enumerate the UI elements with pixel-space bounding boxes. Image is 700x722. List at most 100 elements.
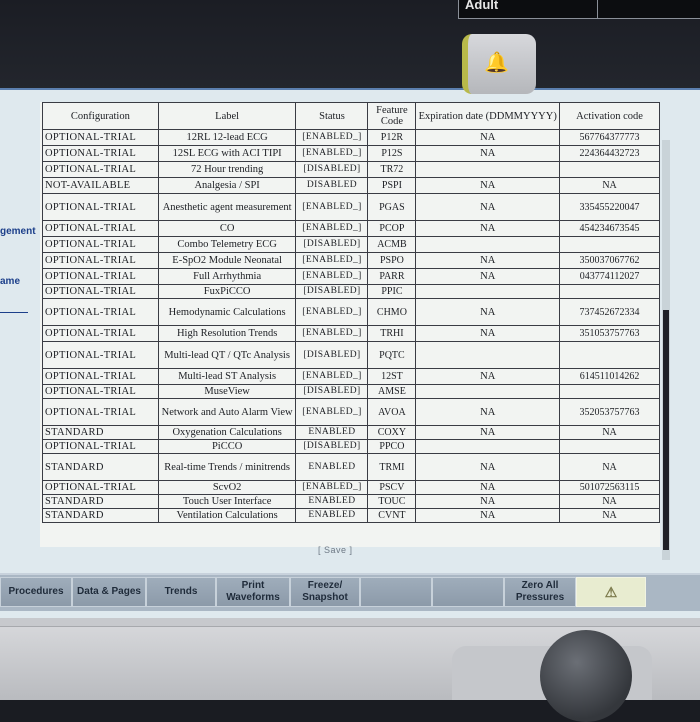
cell-activation-code: 501072563115 bbox=[559, 480, 660, 495]
cell-feature-code: TRHI bbox=[367, 325, 417, 342]
bottom-toolbar: Procedures Data & Pages Trends Print Wavefo… bbox=[0, 573, 700, 611]
toolbar-button-label: Procedures bbox=[8, 586, 64, 597]
cell-label: FuxPiCCO bbox=[157, 284, 297, 299]
cell-configuration: OPTIONAL-TRIAL bbox=[42, 480, 159, 495]
freeze-snapshot-button[interactable]: Freeze/ Snapshot bbox=[290, 577, 360, 607]
cell-expiration: NA bbox=[415, 453, 561, 481]
cell-activation-code: 350037067762 bbox=[559, 252, 660, 269]
alarm-audio-button[interactable]: ⚠ bbox=[576, 577, 646, 607]
warning-bell-icon: ⚠ bbox=[604, 584, 618, 600]
table-row[interactable]: STANDARD Oxygenation Calculations ENABLED C… bbox=[42, 425, 660, 440]
table-row[interactable]: STANDARD Real-time Trends / minitrends ENA… bbox=[42, 453, 660, 481]
cell-label: Analgesia / SPI bbox=[157, 177, 297, 194]
cell-expiration bbox=[415, 384, 561, 399]
save-button[interactable]: [ Save ] bbox=[318, 545, 353, 555]
cell-configuration: OPTIONAL-TRIAL bbox=[42, 325, 159, 342]
cell-feature-code: AVOA bbox=[367, 398, 417, 426]
table-row[interactable]: STANDARD Touch User Interface ENABLED TOUC N… bbox=[42, 494, 660, 509]
table-row[interactable]: OPTIONAL-TRIAL Combo Telemetry ECG [DISABL… bbox=[42, 236, 660, 253]
cell-configuration: STANDARD bbox=[42, 453, 159, 481]
cell-status: [DISABLED] bbox=[295, 284, 369, 299]
cell-feature-code: P12R bbox=[367, 129, 417, 146]
cell-label: CO bbox=[157, 220, 297, 237]
table-row[interactable]: OPTIONAL-TRIAL Anesthetic agent measureme… bbox=[42, 193, 660, 221]
cell-label: Touch User Interface bbox=[157, 494, 297, 509]
table-scrollbar-thumb[interactable] bbox=[663, 310, 669, 550]
table-row[interactable]: OPTIONAL-TRIAL 72 Hour trending [DISABLED]… bbox=[42, 161, 660, 178]
cell-feature-code: AMSE bbox=[367, 384, 417, 399]
trends-button[interactable]: Trends bbox=[146, 577, 216, 607]
cell-label: Multi-lead QT / QTc Analysis bbox=[157, 341, 297, 369]
cell-status: DISABLED bbox=[295, 177, 369, 194]
trim-knob[interactable] bbox=[540, 630, 632, 722]
procedures-button[interactable]: Procedures bbox=[0, 577, 72, 607]
cell-activation-code: 043774112027 bbox=[559, 268, 660, 285]
cell-activation-code: 567764377773 bbox=[559, 129, 660, 146]
cell-label: MuseView bbox=[157, 384, 297, 399]
cell-feature-code: TOUC bbox=[367, 494, 417, 509]
cell-status: [ENABLED_] bbox=[295, 220, 369, 237]
table-row[interactable]: OPTIONAL-TRIAL Multi-lead ST Analysis [ENA… bbox=[42, 368, 660, 385]
side-menu-item-name[interactable]: ame bbox=[0, 276, 20, 287]
cell-configuration: OPTIONAL-TRIAL bbox=[42, 384, 159, 399]
header-label: Label bbox=[157, 102, 297, 130]
header-expiration-date: Expiration date (DDMMYYYY) bbox=[415, 102, 561, 130]
table-row[interactable]: OPTIONAL-TRIAL ScvO2 [ENABLED_] PSCV NA 50107… bbox=[42, 480, 660, 495]
cell-configuration: OPTIONAL-TRIAL bbox=[42, 161, 159, 178]
side-menu-item-management[interactable]: gement bbox=[0, 226, 36, 237]
cell-feature-code: PCOP bbox=[367, 220, 417, 237]
empty-key-button-1[interactable] bbox=[360, 577, 432, 607]
cell-configuration: OPTIONAL-TRIAL bbox=[42, 268, 159, 285]
table-row[interactable]: OPTIONAL-TRIAL Hemodynamic Calculations [E… bbox=[42, 298, 660, 326]
empty-key-button-2[interactable] bbox=[432, 577, 504, 607]
cell-label: Combo Telemetry ECG bbox=[157, 236, 297, 253]
cell-status: [DISABLED] bbox=[295, 161, 369, 178]
cell-feature-code: PARR bbox=[367, 268, 417, 285]
cell-activation-code: 335455220047 bbox=[559, 193, 660, 221]
zero-all-pressures-button[interactable]: Zero All Pressures bbox=[504, 577, 576, 607]
table-row[interactable]: OPTIONAL-TRIAL Network and Auto Alarm Vie… bbox=[42, 398, 660, 426]
cell-label: ScvO2 bbox=[157, 480, 297, 495]
status-divider bbox=[597, 0, 598, 18]
cell-expiration: NA bbox=[415, 129, 561, 146]
table-row[interactable]: NOT-AVAILABLE Analgesia / SPI DISABLED PSPI… bbox=[42, 177, 660, 194]
feature-config-table: Configuration Label Status Feature Code … bbox=[42, 102, 660, 523]
alarm-bell-icon: 🔔 bbox=[484, 52, 509, 74]
cell-status: [ENABLED_] bbox=[295, 325, 369, 342]
cell-activation-code bbox=[559, 439, 660, 454]
table-row[interactable]: OPTIONAL-TRIAL FuxPiCCO [DISABLED] PPIC bbox=[42, 284, 660, 299]
cell-configuration: OPTIONAL-TRIAL bbox=[42, 252, 159, 269]
cell-expiration: NA bbox=[415, 494, 561, 509]
cell-status: [ENABLED_] bbox=[295, 193, 369, 221]
data-pages-button[interactable]: Data & Pages bbox=[72, 577, 146, 607]
table-row[interactable]: OPTIONAL-TRIAL CO [ENABLED_] PCOP NA 45423467… bbox=[42, 220, 660, 237]
table-row[interactable]: STANDARD Ventilation Calculations ENABLED C… bbox=[42, 508, 660, 523]
header-activation-code: Activation code bbox=[559, 102, 660, 130]
table-row[interactable]: OPTIONAL-TRIAL 12RL 12-lead ECG [ENABLED_]… bbox=[42, 129, 660, 146]
patient-category-box[interactable]: Adult bbox=[458, 0, 700, 19]
table-row[interactable]: OPTIONAL-TRIAL E-SpO2 Module Neonatal [ENA… bbox=[42, 252, 660, 269]
toolbar-button-label: Freeze/ Snapshot bbox=[302, 580, 348, 603]
cell-label: Ventilation Calculations bbox=[157, 508, 297, 523]
cell-status: [ENABLED_] bbox=[295, 480, 369, 495]
toolbar-button-label: Zero All Pressures bbox=[515, 580, 565, 603]
table-row[interactable]: OPTIONAL-TRIAL MuseView [DISABLED] AMSE bbox=[42, 384, 660, 399]
table-row[interactable]: OPTIONAL-TRIAL Multi-lead QT / QTc Analys… bbox=[42, 341, 660, 369]
table-row[interactable]: OPTIONAL-TRIAL Full Arrhythmia [ENABLED_] P… bbox=[42, 268, 660, 285]
table-row[interactable]: OPTIONAL-TRIAL High Resolution Trends [ENA… bbox=[42, 325, 660, 342]
cell-label: Oxygenation Calculations bbox=[157, 425, 297, 440]
cell-configuration: OPTIONAL-TRIAL bbox=[42, 341, 159, 369]
cell-activation-code: 352053757763 bbox=[559, 398, 660, 426]
cell-activation-code: NA bbox=[559, 508, 660, 523]
side-menu-divider bbox=[0, 312, 28, 313]
table-row[interactable]: OPTIONAL-TRIAL 12SL ECG with ACI TIPI [ENA… bbox=[42, 145, 660, 162]
print-waveforms-button[interactable]: Print Waveforms bbox=[216, 577, 290, 607]
cell-expiration: NA bbox=[415, 268, 561, 285]
table-row[interactable]: OPTIONAL-TRIAL PiCCO [DISABLED] PPCO bbox=[42, 439, 660, 454]
table-header-row: Configuration Label Status Feature Code … bbox=[42, 102, 660, 130]
cell-activation-code bbox=[559, 284, 660, 299]
cell-activation-code bbox=[559, 161, 660, 178]
cell-feature-code: ACMB bbox=[367, 236, 417, 253]
cell-activation-code: NA bbox=[559, 494, 660, 509]
cell-expiration: NA bbox=[415, 193, 561, 221]
